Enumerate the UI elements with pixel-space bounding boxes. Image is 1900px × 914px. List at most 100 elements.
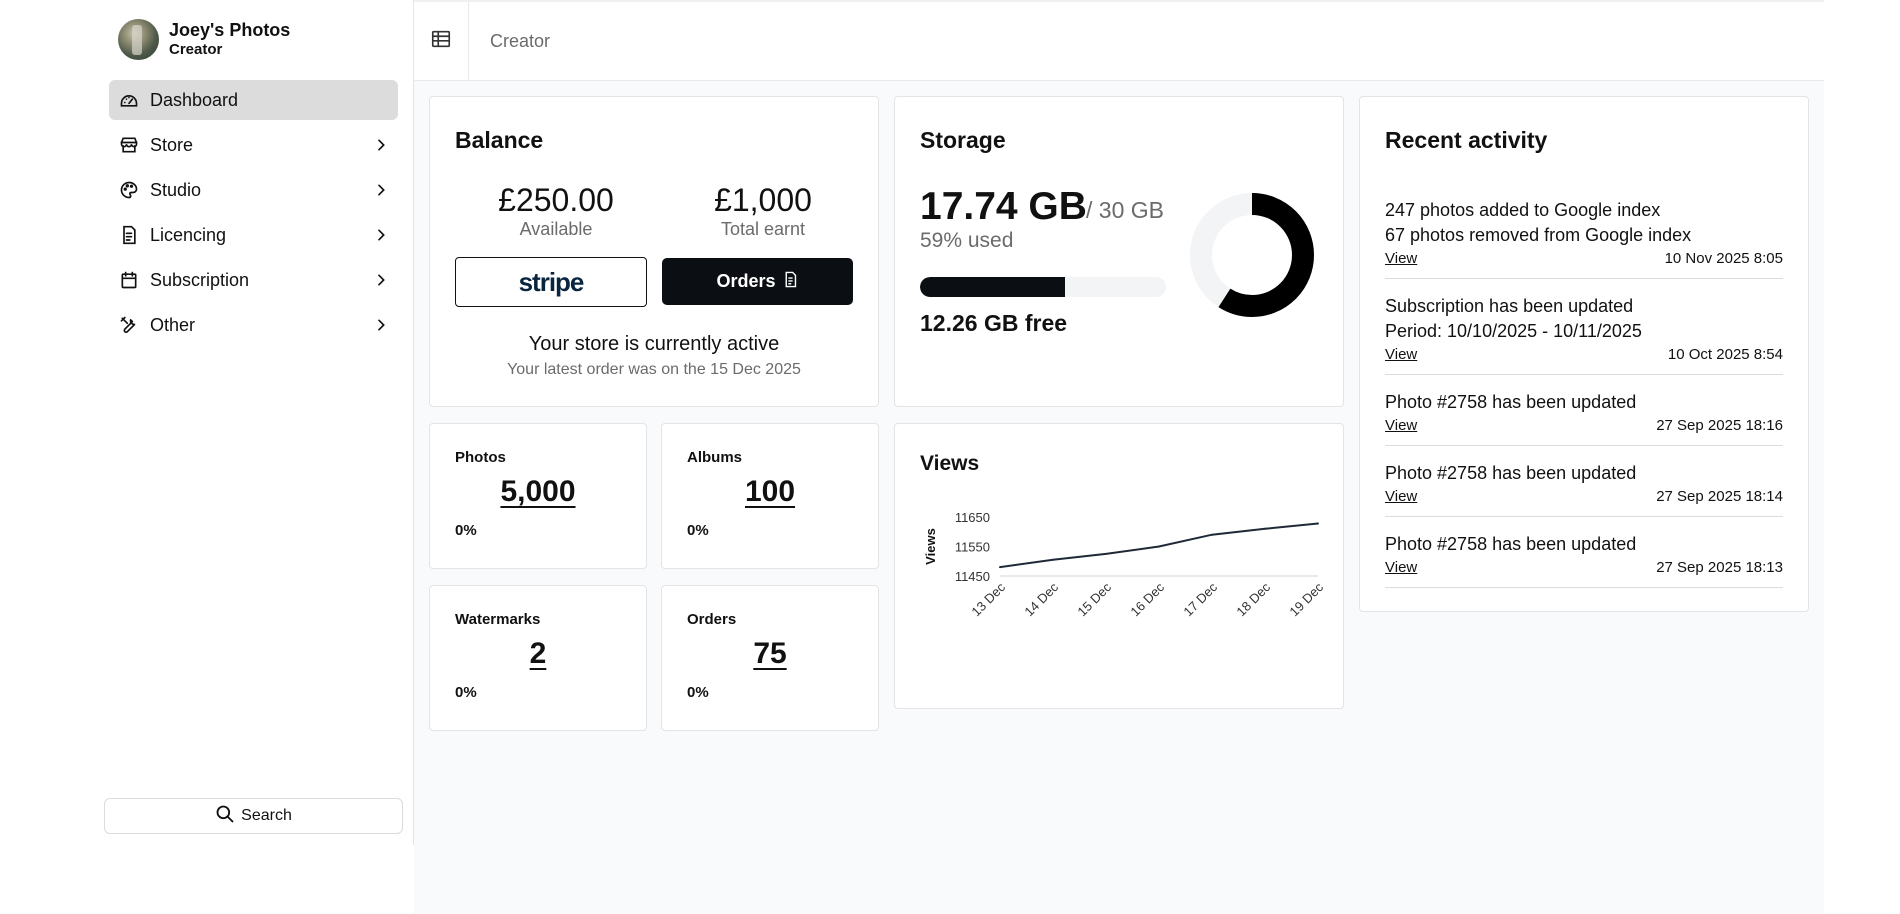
views-data-point [1211,533,1213,536]
activity-view-link[interactable]: View [1385,486,1417,508]
activity-text: Photo #2758 has been updated [1385,463,1637,483]
views-data-point [1105,552,1107,555]
y-axis-label: Views [923,528,938,565]
available-amount: £250.00 [498,182,614,218]
recent-activity-title: Recent activity [1385,127,1548,153]
sidebar-item-label: Other [150,314,196,335]
orders-button[interactable]: Orders [662,258,853,305]
chevron-right-icon [373,137,389,153]
stat-value-link[interactable]: 75 [662,637,878,671]
activity-timestamp: 27 Sep 2025 18:16 [1656,417,1783,434]
activity-text: Period: 10/10/2025 - 10/11/2025 [1385,321,1642,341]
stat-card-albums[interactable]: Albums 100 0% [661,423,879,569]
palette-icon [118,179,140,201]
activity-timestamp: 27 Sep 2025 18:14 [1656,488,1783,505]
chevron-right-icon [373,317,389,333]
y-tick-label: 11450 [955,569,990,584]
store-status-text: Your store is currently active [528,333,780,355]
stat-percent: 0% [455,684,477,701]
stripe-logo: stripe [518,266,585,297]
table-icon [430,28,452,55]
sidebar-item-label: Store [150,134,194,155]
orders-button-label: Orders [716,271,776,291]
x-tick-label: 13 Dec [968,579,1008,619]
store-icon [118,134,140,156]
x-tick-label: 17 Dec [1180,579,1220,619]
calendar-icon [118,269,140,291]
views-data-point [1317,522,1319,525]
stat-percent: 0% [687,522,709,539]
activity-text: 247 photos added to Google index [1385,200,1661,220]
activity-text: Photo #2758 has been updated [1385,392,1637,412]
stat-label: Photos [455,449,506,466]
storage-title: Storage [920,127,1006,153]
dashboard-icon [118,89,140,111]
sidebar: Joey's Photos Creator Dashboard Store St… [0,0,413,914]
activity-view-link[interactable]: View [1385,344,1417,366]
page-margin [1824,0,1900,914]
chevron-right-icon [373,272,389,288]
main-area: Creator Balance £250.00 Available £1,000… [414,0,1824,914]
sidebar-item-label: Subscription [150,269,250,290]
sidebar-item-studio[interactable]: Studio [109,170,398,210]
stat-card-orders[interactable]: Orders 75 0% [661,585,879,731]
search-button[interactable]: Search [104,798,403,834]
profile[interactable]: Joey's Photos Creator [118,19,290,60]
stat-card-photos[interactable]: Photos 5,000 0% [429,423,647,569]
sidebar-item-label: Licencing [150,224,227,245]
avatar [118,19,159,60]
storage-progress-bar [920,277,1166,297]
recent-activity-card: Recent activity 247 photos added to Goog… [1359,96,1809,612]
stat-value-link[interactable]: 100 [662,475,878,509]
chevron-right-icon [373,182,389,198]
storage-percent: 59% used [920,229,1014,252]
sidebar-item-other[interactable]: Other [109,305,398,345]
stat-value-link[interactable]: 5,000 [430,475,646,509]
sidebar-item-label: Dashboard [150,89,239,110]
storage-free: 12.26 GB free [920,310,1068,336]
views-line-chart: 11650 11550 11450 Views 13 Dec 14 Dec 15 Dec 16… [923,510,1326,619]
activity-view-link[interactable]: View [1385,557,1417,579]
sidebar-item-store[interactable]: Store [109,125,398,165]
x-tick-label: 15 Dec [1074,579,1114,619]
activity-item: Subscription has been updated Period: 10… [1385,294,1783,375]
x-tick-label: 16 Dec [1127,579,1167,619]
views-data-point [1264,527,1266,530]
activity-timestamp: 10 Oct 2025 8:54 [1667,346,1783,363]
views-data-point [1158,545,1160,548]
stat-percent: 0% [455,522,477,539]
activity-text: 67 photos removed from Google index [1385,225,1692,245]
stat-value-link[interactable]: 2 [430,637,646,671]
x-tick-label: 18 Dec [1233,579,1273,619]
latest-order-text: Your latest order was on the 15 Dec 2025 [507,361,801,378]
activity-timestamp: 10 Nov 2025 8:05 [1664,250,1783,267]
stat-card-watermarks[interactable]: Watermarks 2 0% [429,585,647,731]
total-earnt-label: Total earnt [720,219,806,239]
balance-card: Balance £250.00 Available £1,000 Total e… [429,96,879,407]
sidebar-toggle-button[interactable] [414,2,469,81]
stat-label: Watermarks [455,611,541,628]
document-icon [118,224,140,246]
y-tick-label: 11650 [955,510,990,525]
balance-title: Balance [455,127,544,153]
activity-view-link[interactable]: View [1385,248,1417,270]
sidebar-item-dashboard[interactable]: Dashboard [109,80,398,120]
topbar: Creator [414,0,1824,81]
activity-item: 247 photos added to Google index 67 phot… [1385,198,1783,279]
stripe-button[interactable]: stripe [455,257,647,307]
storage-total: / 30 GB [1086,197,1164,223]
search-label: Search [241,807,292,824]
total-earnt-amount: £1,000 [714,182,812,218]
activity-item: Photo #2758 has been updated View 27 Sep … [1385,461,1783,517]
profile-name: Joey's Photos [169,20,291,40]
activity-text: Photo #2758 has been updated [1385,534,1637,554]
views-card: Views 11650 11550 11450 Views 13 Dec 14 Dec 15… [894,423,1344,709]
profile-role: Creator [169,41,223,58]
storage-card: Storage 17.74 GB / 30 GB 59% used 12.26 … [894,96,1344,407]
sidebar-item-licencing[interactable]: Licencing [109,215,398,255]
activity-view-link[interactable]: View [1385,415,1417,437]
sidebar-item-subscription[interactable]: Subscription [109,260,398,300]
sidebar-item-label: Studio [150,179,202,200]
document-icon [782,270,799,294]
x-tick-label: 14 Dec [1021,579,1061,619]
